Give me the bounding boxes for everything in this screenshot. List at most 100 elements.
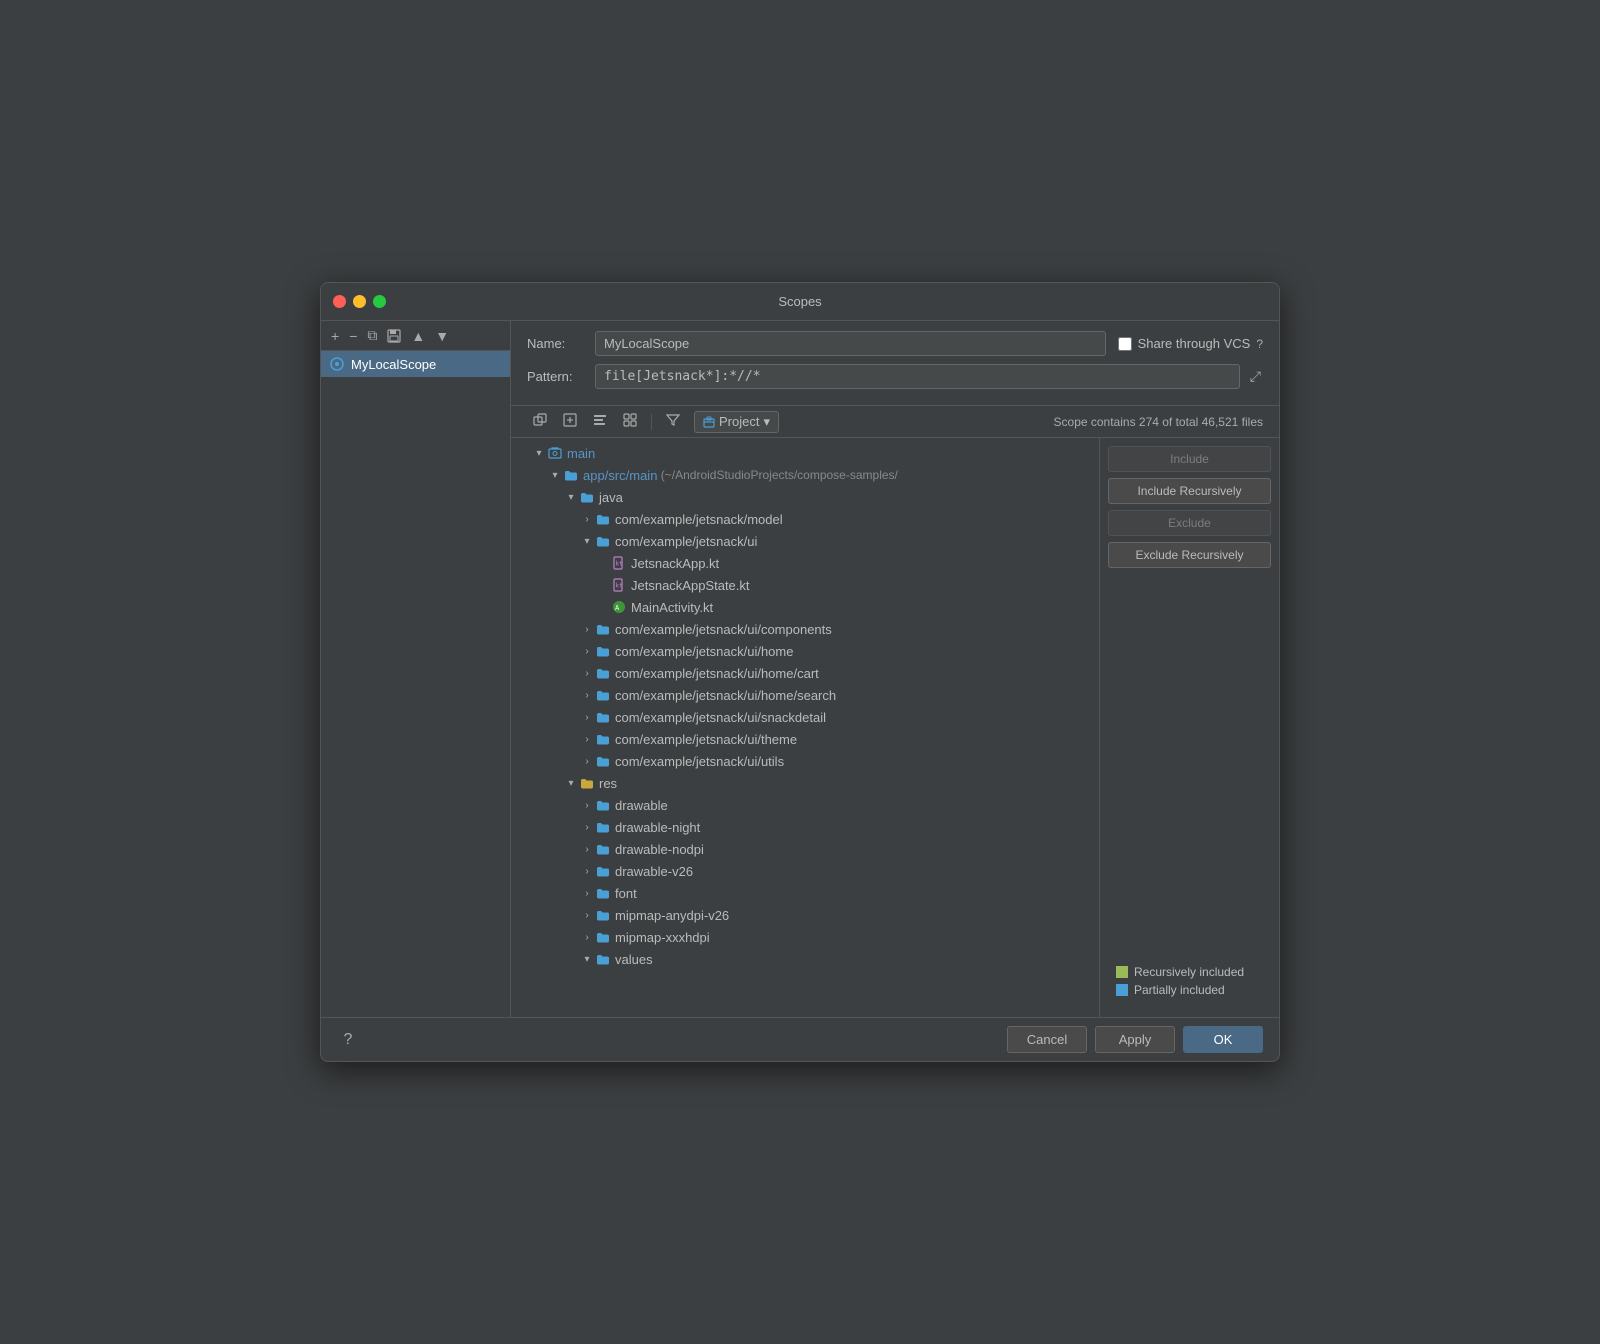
- tree-label-mipmap-xxxhdpi: mipmap-xxxhdpi: [615, 930, 710, 945]
- save-scope-button[interactable]: [383, 327, 405, 345]
- tree-node-com-ui-home-cart[interactable]: › com/example/jetsnack/ui/home/cart: [511, 662, 1099, 684]
- svg-text:kt: kt: [616, 583, 624, 590]
- toggle-com-model[interactable]: ›: [579, 514, 595, 525]
- tree-label-com-model: com/example/jetsnack/model: [615, 512, 783, 527]
- remove-scope-button[interactable]: −: [345, 326, 361, 346]
- toggle-com-ui-home-cart[interactable]: ›: [579, 668, 595, 679]
- exclude-button[interactable]: Exclude: [1108, 510, 1271, 536]
- tree-label-mainactivity: MainActivity.kt: [631, 600, 713, 615]
- pattern-row: Pattern: ⤢: [527, 364, 1263, 389]
- project-selector[interactable]: Project ▾: [694, 411, 779, 433]
- scope-item-mylocalscope[interactable]: MyLocalScope: [321, 351, 510, 377]
- scope-label: MyLocalScope: [351, 357, 436, 372]
- maximize-button[interactable]: [373, 295, 386, 308]
- tree-node-mipmap-xxxhdpi[interactable]: › mipmap-xxxhdpi: [511, 926, 1099, 948]
- expand-all-button[interactable]: [557, 410, 583, 433]
- toggle-main[interactable]: ▾: [531, 448, 547, 459]
- folder-icon-utils: [595, 753, 611, 769]
- folder-icon-cart: [595, 665, 611, 681]
- tree-label-drawable-nodpi: drawable-nodpi: [615, 842, 704, 857]
- toggle-com-ui-components[interactable]: ›: [579, 624, 595, 635]
- file-icon-mainactivity: A: [611, 599, 627, 615]
- vcs-help-icon[interactable]: ?: [1256, 337, 1263, 351]
- tree-node-com-model[interactable]: › com/example/jetsnack/model: [511, 508, 1099, 530]
- tree-node-main[interactable]: ▾ main: [511, 442, 1099, 464]
- tree-node-jetsnackappstate[interactable]: kt JetsnackAppState.kt: [511, 574, 1099, 596]
- toggle-com-ui-snackdetail[interactable]: ›: [579, 712, 595, 723]
- folder-icon-java: [579, 489, 595, 505]
- flatten-button[interactable]: [587, 410, 613, 433]
- tree-node-com-ui-snackdetail[interactable]: › com/example/jetsnack/ui/snackdetail: [511, 706, 1099, 728]
- tree-label-main: main: [567, 446, 595, 461]
- toggle-drawable-nodpi[interactable]: ›: [579, 844, 595, 855]
- toggle-com-ui-home[interactable]: ›: [579, 646, 595, 657]
- add-scope-button[interactable]: +: [327, 326, 343, 346]
- vcs-row: Share through VCS ?: [1118, 336, 1263, 351]
- close-button[interactable]: [333, 295, 346, 308]
- ok-button[interactable]: OK: [1183, 1026, 1263, 1053]
- vcs-checkbox[interactable]: [1118, 337, 1132, 351]
- toggle-java[interactable]: ▾: [563, 492, 579, 503]
- legend-partial-label: Partially included: [1134, 983, 1225, 997]
- dialog-title: Scopes: [778, 294, 821, 309]
- copy-scope-button[interactable]: ⧉: [363, 325, 381, 346]
- toggle-mipmap-xxxhdpi[interactable]: ›: [579, 932, 595, 943]
- toggle-com-ui-home-search[interactable]: ›: [579, 690, 595, 701]
- tree-node-com-ui[interactable]: ▾ com/example/jetsnack/ui: [511, 530, 1099, 552]
- tree-label-java: java: [599, 490, 623, 505]
- folder-icon-mipmap-anydpi-v26: [595, 907, 611, 923]
- tree-node-drawable-v26[interactable]: › drawable-v26: [511, 860, 1099, 882]
- tree-node-mipmap-anydpi-v26[interactable]: › mipmap-anydpi-v26: [511, 904, 1099, 926]
- tree-node-res[interactable]: ▾ res: [511, 772, 1099, 794]
- cancel-button[interactable]: Cancel: [1007, 1026, 1087, 1053]
- tree-node-drawable-night[interactable]: › drawable-night: [511, 816, 1099, 838]
- toggle-values[interactable]: ▾: [579, 954, 595, 965]
- include-button[interactable]: Include: [1108, 446, 1271, 472]
- svg-text:kt: kt: [616, 561, 624, 568]
- collapse-all-button[interactable]: [527, 410, 553, 433]
- folder-icon-drawable-v26: [595, 863, 611, 879]
- name-input[interactable]: [595, 331, 1106, 356]
- help-button[interactable]: ?: [337, 1029, 359, 1051]
- folder-icon: [563, 467, 579, 483]
- tree-node-mainactivity[interactable]: A MainActivity.kt: [511, 596, 1099, 618]
- toggle-res[interactable]: ▾: [563, 778, 579, 789]
- toggle-com-ui-theme[interactable]: ›: [579, 734, 595, 745]
- toggle-app-src-main[interactable]: ▾: [547, 470, 563, 481]
- toggle-com-ui[interactable]: ▾: [579, 536, 595, 547]
- tree-node-com-ui-components[interactable]: › com/example/jetsnack/ui/components: [511, 618, 1099, 640]
- legend: Recursively included Partially included: [1108, 957, 1271, 1009]
- apply-button[interactable]: Apply: [1095, 1026, 1175, 1053]
- pattern-input[interactable]: [595, 364, 1240, 389]
- tree-node-com-ui-home-search[interactable]: › com/example/jetsnack/ui/home/search: [511, 684, 1099, 706]
- move-down-button[interactable]: ▼: [431, 326, 453, 346]
- window-controls: [333, 295, 386, 308]
- minimize-button[interactable]: [353, 295, 366, 308]
- filter-button[interactable]: [660, 410, 686, 433]
- legend-recursive-label: Recursively included: [1134, 965, 1244, 979]
- tree-node-jetsnackapp[interactable]: kt JetsnackApp.kt: [511, 552, 1099, 574]
- toggle-drawable-v26[interactable]: ›: [579, 866, 595, 877]
- include-recursively-button[interactable]: Include Recursively: [1108, 478, 1271, 504]
- exclude-recursively-button[interactable]: Exclude Recursively: [1108, 542, 1271, 568]
- tree-label-drawable-v26: drawable-v26: [615, 864, 693, 879]
- scope-list-panel: + − ⧉ ▲ ▼: [321, 321, 511, 1017]
- toggle-drawable-night[interactable]: ›: [579, 822, 595, 833]
- move-up-button[interactable]: ▲: [407, 326, 429, 346]
- tree-node-values[interactable]: ▾ values: [511, 948, 1099, 970]
- tree-node-drawable-nodpi[interactable]: › drawable-nodpi: [511, 838, 1099, 860]
- toggle-mipmap-anydpi-v26[interactable]: ›: [579, 910, 595, 921]
- tree-node-com-ui-home[interactable]: › com/example/jetsnack/ui/home: [511, 640, 1099, 662]
- toggle-com-ui-utils[interactable]: ›: [579, 756, 595, 767]
- tree-node-java[interactable]: ▾ java: [511, 486, 1099, 508]
- tree-node-app-src-main[interactable]: ▾ app/src/main (~/AndroidStudioProjects/…: [511, 464, 1099, 486]
- group-button[interactable]: [617, 410, 643, 433]
- tree-node-com-ui-theme[interactable]: › com/example/jetsnack/ui/theme: [511, 728, 1099, 750]
- toggle-drawable[interactable]: ›: [579, 800, 595, 811]
- expand-pattern-button[interactable]: ⤢: [1248, 366, 1263, 387]
- toggle-font[interactable]: ›: [579, 888, 595, 899]
- tree-node-drawable[interactable]: › drawable: [511, 794, 1099, 816]
- tree-label-res: res: [599, 776, 617, 791]
- tree-node-com-ui-utils[interactable]: › com/example/jetsnack/ui/utils: [511, 750, 1099, 772]
- tree-node-font[interactable]: › font: [511, 882, 1099, 904]
